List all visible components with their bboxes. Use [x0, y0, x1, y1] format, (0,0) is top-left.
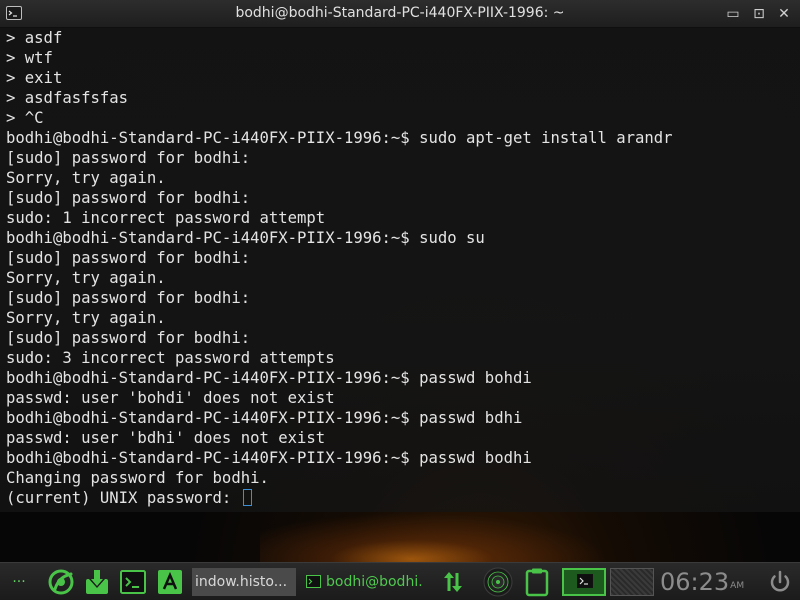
clipboard-icon[interactable]: [523, 567, 551, 597]
panel-menu-button[interactable]: ···: [8, 567, 30, 597]
terminal-line: sudo: 3 incorrect password attempts: [6, 349, 335, 367]
terminal-line: [sudo] password for bodhi:: [6, 149, 251, 167]
terminal-line: bodhi@bodhi-Standard-PC-i440FX-PIIX-1996…: [6, 129, 673, 147]
terminal-line: bodhi@bodhi-Standard-PC-i440FX-PIIX-1996…: [6, 229, 485, 247]
terminal-line: [sudo] password for bodhi:: [6, 329, 251, 347]
maximize-button[interactable]: ⊡: [750, 5, 768, 23]
workspace-2[interactable]: [610, 568, 654, 596]
taskbar-task-terminal[interactable]: bodhi@bodhi.: [302, 568, 430, 596]
terminal-line: Changing password for bodhi.: [6, 469, 269, 487]
network-icon[interactable]: [442, 567, 464, 597]
clock[interactable]: 06:23AM: [660, 565, 744, 599]
taskbar-task-window[interactable]: indow.histo...: [192, 568, 296, 596]
terminal-output[interactable]: > asdf > wtf > exit > asdfasfsfas > ^C b…: [0, 28, 800, 512]
terminal-line: bodhi@bodhi-Standard-PC-i440FX-PIIX-1996…: [6, 449, 532, 467]
clock-time: 06:23: [660, 568, 730, 596]
desktop: bodhi@bodhi-Standard-PC-i440FX-PIIX-1996…: [0, 0, 800, 600]
terminal-line: Sorry, try again.: [6, 269, 166, 287]
taskbar-task-terminal-label: bodhi@bodhi.: [326, 574, 423, 590]
terminal-line: [sudo] password for bodhi:: [6, 289, 251, 307]
terminal-prompt-line[interactable]: (current) UNIX password:: [6, 488, 794, 508]
terminal-line: Sorry, try again.: [6, 309, 166, 327]
terminal-line: Sorry, try again.: [6, 169, 166, 187]
bodhi-logo-icon[interactable]: [46, 567, 76, 597]
terminal-task-icon: [306, 575, 321, 588]
terminal-line: > ^C: [6, 109, 44, 127]
workspace-terminal-thumbnail: [577, 574, 593, 588]
power-icon[interactable]: [766, 567, 794, 597]
text-editor-icon[interactable]: [156, 567, 184, 597]
terminal-line: bodhi@bodhi-Standard-PC-i440FX-PIIX-1996…: [6, 409, 523, 427]
password-prompt: (current) UNIX password:: [6, 489, 241, 507]
terminal-line: [sudo] password for bodhi:: [6, 189, 251, 207]
minimize-button[interactable]: ▭: [724, 5, 742, 23]
download-icon[interactable]: [83, 567, 111, 597]
terminal-line: bodhi@bodhi-Standard-PC-i440FX-PIIX-1996…: [6, 369, 532, 387]
terminal-line: passwd: user 'bdhi' does not exist: [6, 429, 326, 447]
window-title: bodhi@bodhi-Standard-PC-i440FX-PIIX-1996…: [235, 5, 565, 21]
media-player-icon[interactable]: [481, 567, 515, 597]
terminal-line: passwd: user 'bohdi' does not exist: [6, 389, 335, 407]
workspace-1[interactable]: [562, 568, 606, 596]
terminal-icon[interactable]: [119, 567, 147, 597]
close-button[interactable]: ✕: [775, 5, 793, 23]
terminal-line: [sudo] password for bodhi:: [6, 249, 251, 267]
terminal-line: > asdf: [6, 29, 63, 47]
taskbar: ··· indow.histo... bodhi@bodhi. 06:23AM: [0, 562, 800, 600]
terminal-line: > asdfasfsfas: [6, 89, 129, 107]
clock-ampm: AM: [730, 581, 745, 591]
text-cursor: [242, 489, 252, 506]
terminal-line: > wtf: [6, 49, 53, 67]
terminal-line: sudo: 1 incorrect password attempt: [6, 209, 326, 227]
window-titlebar[interactable]: bodhi@bodhi-Standard-PC-i440FX-PIIX-1996…: [0, 0, 800, 28]
terminal-line: > exit: [6, 69, 63, 87]
wallpaper-glow: [260, 505, 640, 565]
